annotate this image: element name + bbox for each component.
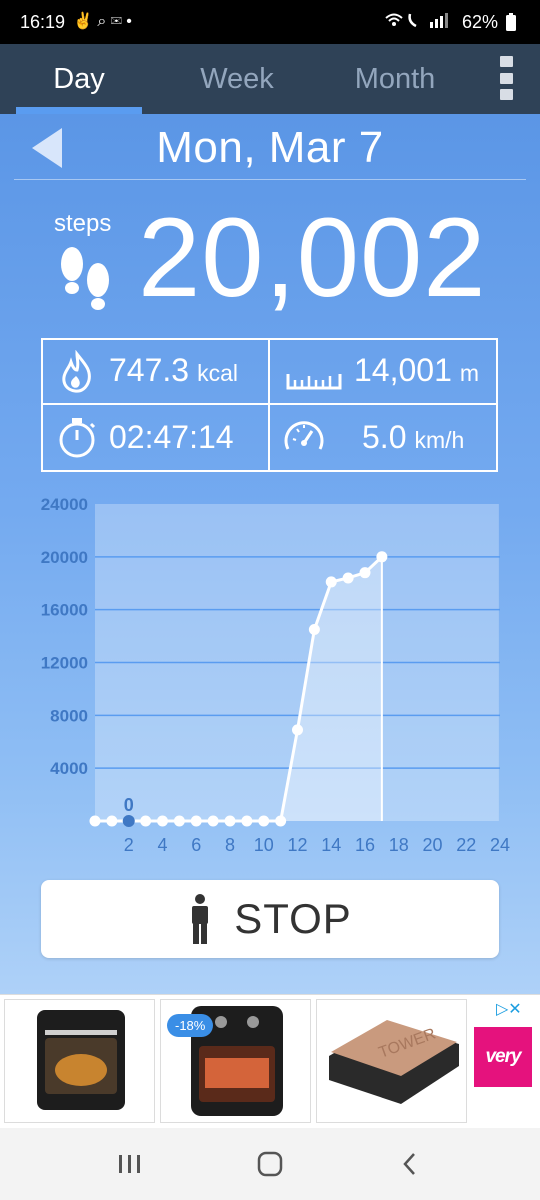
tab-month[interactable]: Month xyxy=(316,44,474,114)
x-tick-18: 18 xyxy=(389,835,409,855)
recent-apps-icon xyxy=(119,1155,140,1173)
calories-unit: kcal xyxy=(197,360,238,386)
x-tick-24: 24 xyxy=(490,835,510,855)
wifi-signal-icon xyxy=(385,13,448,28)
chart-point-5 xyxy=(173,815,185,827)
x-tick-2: 2 xyxy=(124,835,134,855)
chart-point-8 xyxy=(224,815,236,827)
y-tick-4000: 4000 xyxy=(50,759,88,778)
footprints-icon xyxy=(61,247,109,310)
date-header: Mon, Mar 7 xyxy=(14,114,526,180)
calories-stat: 747.3 kcal xyxy=(43,340,270,405)
status-left: 16:19 ✌ ⌕ ✉ • xyxy=(20,12,132,33)
chart-point-2 xyxy=(122,815,135,827)
ad-product-air-fryer-oven[interactable] xyxy=(4,999,155,1123)
chart-point-0 xyxy=(89,815,101,827)
chart-point-7 xyxy=(207,815,219,827)
stop-button[interactable]: STOP xyxy=(41,880,499,958)
duration-text: 02:47:14 xyxy=(109,419,234,456)
speed-stat: 5.0 km/h xyxy=(270,405,498,470)
air-fryer-oven-image xyxy=(37,1010,125,1110)
tab-week[interactable]: Week xyxy=(158,44,316,114)
x-tick-20: 20 xyxy=(422,835,442,855)
ad-brand-label: very xyxy=(485,1046,521,1067)
selected-point-label: 0 xyxy=(124,795,134,815)
stats-grid: 747.3 kcal 14,001 m 02:47:14 5.0 km/h xyxy=(41,338,498,472)
battery-percent: 62% xyxy=(461,11,498,32)
speed-text: 5.0 km/h xyxy=(362,419,464,456)
calories-value: 747.3 xyxy=(109,352,190,388)
hourly-steps-chart[interactable]: 400080001200016000200002400002 4 6 8 10 12 14 1… xyxy=(0,490,540,870)
chart-point-14 xyxy=(325,576,337,588)
steps-label: steps xyxy=(54,210,112,237)
overflow-menu-icon[interactable] xyxy=(500,56,514,100)
y-tick-16000: 16000 xyxy=(41,601,88,620)
distance-stat: 14,001 m xyxy=(270,340,498,405)
chart-point-9 xyxy=(241,815,253,827)
ad-choices-icon[interactable]: ▷✕ xyxy=(496,999,522,1019)
calories-text: 747.3 kcal xyxy=(109,352,238,389)
chart-point-1 xyxy=(106,815,118,827)
chart-point-4 xyxy=(157,815,168,827)
back-button[interactable] xyxy=(390,1144,430,1184)
x-tick-4: 4 xyxy=(157,835,167,855)
notification-icons: ✌ ⌕ ✉ • xyxy=(73,13,132,30)
ad-product-air-fryer-discount[interactable]: -18% xyxy=(160,999,311,1123)
status-bar: 16:19 ✌ ⌕ ✉ • 62% xyxy=(0,0,540,44)
ad-brand-logo[interactable]: very xyxy=(474,1027,532,1087)
back-icon xyxy=(403,1153,415,1175)
main-panel: Mon, Mar 7 steps 20,002 747.3 kcal 14,001… xyxy=(0,114,540,994)
chart-point-10 xyxy=(258,815,270,827)
previous-day-icon[interactable] xyxy=(32,128,62,168)
battery-icon xyxy=(506,13,516,31)
status-time: 16:19 xyxy=(20,11,66,32)
status-right: 62% xyxy=(384,10,516,34)
y-tick-8000: 8000 xyxy=(50,706,88,725)
chart-point-17 xyxy=(376,551,388,563)
speed-value: 5.0 xyxy=(362,419,407,455)
speed-unit: km/h xyxy=(414,427,465,453)
chart-point-15 xyxy=(342,572,354,584)
tab-day[interactable]: Day xyxy=(0,44,158,114)
chart-point-13 xyxy=(308,623,320,635)
home-button[interactable] xyxy=(250,1144,290,1184)
period-tab-bar: Day Week Month xyxy=(0,44,540,114)
chart-point-16 xyxy=(359,567,371,579)
x-tick-6: 6 xyxy=(191,835,201,855)
stop-label: STOP xyxy=(234,895,352,942)
chart-point-11 xyxy=(275,815,287,827)
chart-point-12 xyxy=(292,724,303,736)
x-tick-14: 14 xyxy=(321,835,341,855)
date-label: Mon, Mar 7 xyxy=(156,122,384,172)
walking-person-icon xyxy=(192,894,209,944)
signal-icons xyxy=(384,10,454,34)
flame-icon xyxy=(62,350,91,393)
x-tick-16: 16 xyxy=(355,835,375,855)
x-tick-12: 12 xyxy=(287,835,307,855)
y-tick-20000: 20000 xyxy=(41,548,88,567)
y-tick-24000: 24000 xyxy=(41,495,88,514)
ad-banner[interactable]: -18% TOWER ▷✕ very xyxy=(0,994,540,1128)
distance-unit: m xyxy=(459,360,480,386)
discount-badge: -18% xyxy=(167,1014,214,1037)
chart-point-3 xyxy=(140,815,152,827)
chart-point-6 xyxy=(190,815,202,827)
steps-count: 20,002 xyxy=(138,195,487,320)
x-tick-8: 8 xyxy=(225,835,235,855)
recent-apps-button[interactable] xyxy=(110,1144,150,1184)
speedometer-icon xyxy=(284,421,324,450)
duration-stat: 02:47:14 xyxy=(43,405,270,470)
sandwich-grill-image: TOWER xyxy=(329,1020,459,1104)
system-nav-bar xyxy=(0,1128,540,1200)
stopwatch-icon xyxy=(59,418,96,458)
distance-text: 14,001 m xyxy=(354,352,479,389)
y-tick-12000: 12000 xyxy=(41,654,88,673)
duration-value: 02:47:14 xyxy=(109,419,234,455)
ad-product-sandwich-grill[interactable]: TOWER xyxy=(316,999,467,1123)
distance-value: 14,001 xyxy=(354,352,452,388)
ruler-icon xyxy=(286,374,342,390)
x-tick-22: 22 xyxy=(456,835,476,855)
x-tick-10: 10 xyxy=(254,835,274,855)
home-icon xyxy=(257,1151,283,1177)
